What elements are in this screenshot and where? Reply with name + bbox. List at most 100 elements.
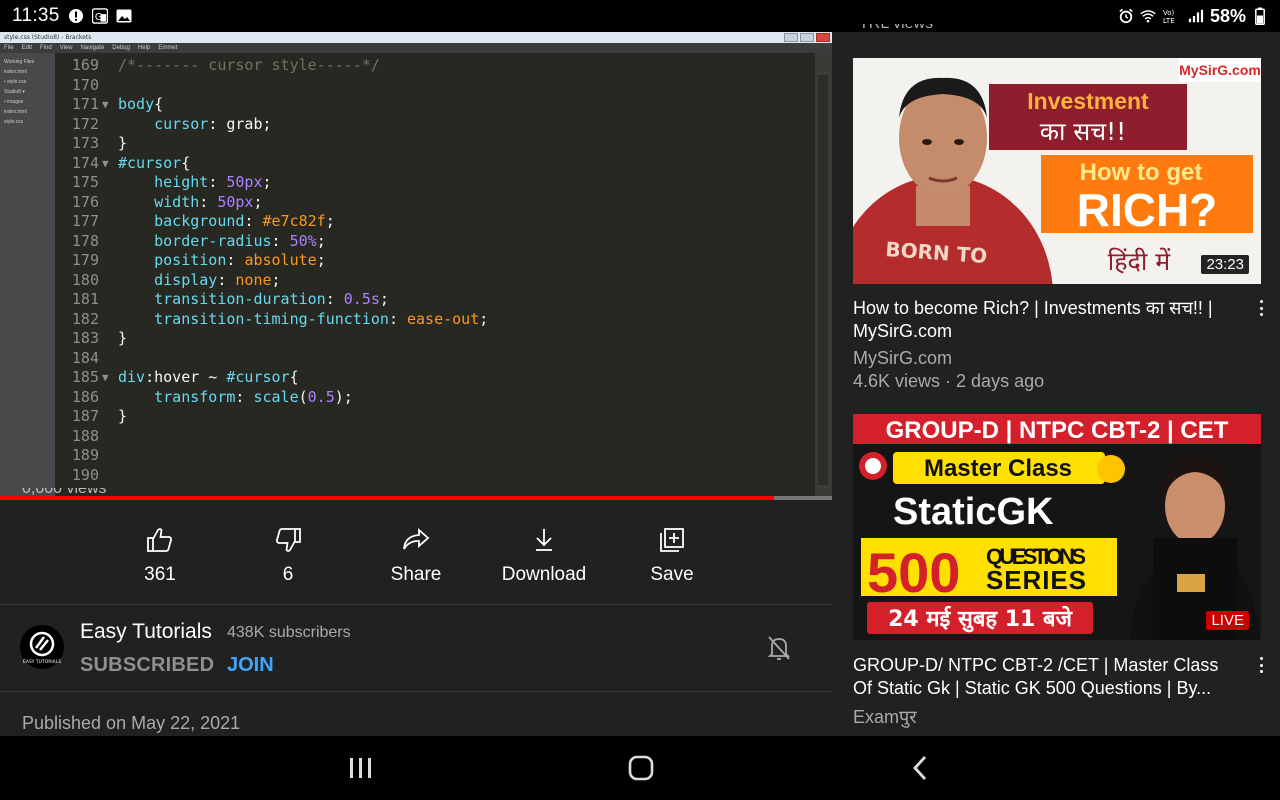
recommendation-thumbnail[interactable]: GROUP-D | NTPC CBT-2 | CET Master Class …	[853, 414, 1261, 640]
download-label: Download	[501, 564, 587, 585]
line-number: 190	[71, 465, 99, 484]
navigation-bar	[0, 736, 1280, 800]
recommendation-meta: 4.6K views · 2 days ago	[853, 371, 1045, 391]
code-line: 175 height: 50px;	[55, 173, 815, 193]
share-button[interactable]: Share	[352, 524, 480, 594]
more-options-icon[interactable]	[1255, 298, 1267, 318]
code-text: body{	[118, 95, 164, 113]
ide-sidebar-item: • images	[4, 99, 24, 105]
line-number: 178	[71, 231, 99, 250]
code-text: #cursor{	[118, 153, 191, 172]
channel-avatar[interactable]: EASY TUTORIALS	[20, 625, 64, 669]
ide-sidebar-item: index.html	[4, 109, 27, 115]
line-number: 187	[71, 407, 99, 425]
line-number: 184	[71, 348, 99, 367]
line-number: 170	[71, 75, 99, 94]
thumb-brand: MySirG.com	[1179, 62, 1261, 78]
code-text: border-radius: 50%;	[154, 231, 326, 250]
share-icon	[401, 524, 431, 556]
svg-text:TRL views: TRL views	[859, 24, 933, 32]
code-text: /*------- cursor style-----*/	[118, 56, 380, 74]
notification-off-icon[interactable]	[766, 634, 792, 662]
code-line: 183}	[55, 329, 815, 349]
screen: { "status_bar": { "time": "11:35", "batt…	[0, 0, 1280, 800]
code-text: }	[118, 329, 128, 347]
code-line: 173}	[55, 134, 815, 154]
ide-menu-item: Navigate	[80, 45, 105, 51]
more-options-icon[interactable]	[1255, 655, 1267, 675]
thumb-line2: का सच!!	[1040, 117, 1126, 146]
recommendation-channel: Examपुर	[853, 707, 917, 727]
translate-icon: G	[91, 8, 108, 24]
recommendation-title[interactable]: GROUP-D/ NTPC CBT-2 /CET | Master Class …	[853, 654, 1233, 700]
maximize-icon	[800, 33, 814, 42]
recommendation-thumbnail[interactable]: BORN TO Investment का सच!! How to get RI…	[853, 58, 1261, 284]
home-icon[interactable]	[626, 754, 656, 782]
ide-scrollbar	[815, 53, 832, 496]
code-text: }	[118, 134, 128, 152]
thumb-static: StaticGK	[893, 491, 1054, 533]
line-number: 172	[71, 114, 99, 133]
ide-sidebar: Working Files index.html • style.css Studio…	[0, 53, 55, 496]
code-line: 171 ▼ body{	[55, 95, 815, 115]
battery-icon	[1252, 7, 1268, 25]
thumb-banner: GROUP-D | NTPC CBT-2 | CET	[886, 417, 1229, 444]
back-icon[interactable]	[906, 754, 936, 782]
ide-sidebar-item: Working Files	[4, 59, 35, 65]
code-text: transition-timing-function: ease-out;	[154, 309, 489, 328]
signal-icon	[1188, 8, 1204, 24]
code-text: position: absolute;	[154, 251, 326, 269]
line-number: 182	[71, 309, 99, 328]
code-line: 174 ▼ #cursor{	[55, 154, 815, 174]
line-number: 183	[71, 329, 99, 347]
ide-menu-item: Find	[40, 45, 52, 51]
code-text: }	[118, 407, 128, 425]
thumb-num: 500	[867, 541, 960, 604]
join-button[interactable]: JOIN	[227, 654, 274, 677]
save-button[interactable]: Save	[608, 524, 736, 594]
line-number: 188	[71, 426, 99, 445]
divider	[0, 691, 832, 692]
code-line: 185 ▼ div:hover ~ #cursor{	[55, 368, 815, 388]
subscribed-button[interactable]: SUBSCRIBED	[80, 654, 214, 677]
code-line: 190	[55, 466, 815, 486]
gallery-icon	[116, 8, 132, 24]
video-actions: 361 6 Share Download Save	[96, 524, 736, 594]
code-line: 189	[55, 446, 815, 466]
thumb-line5: हिंदी में	[1108, 247, 1171, 276]
code-text: display: none;	[154, 270, 281, 289]
code-line: 184	[55, 349, 815, 369]
line-number: 181	[71, 290, 99, 308]
wifi-icon	[1140, 8, 1156, 24]
recommendation-title[interactable]: How to become Rich? | Investments का सच!…	[853, 297, 1233, 343]
dislike-button[interactable]: 6	[224, 524, 352, 594]
ide-menu-item: Edit	[21, 45, 33, 51]
thumb-master: Master Class	[924, 455, 1072, 482]
like-button[interactable]: 361	[96, 524, 224, 594]
code-text: div:hover ~ #cursor{	[118, 368, 299, 386]
line-number: 179	[71, 251, 99, 269]
section-header-cut: TRL views	[856, 24, 1156, 32]
line-number: 189	[71, 446, 99, 464]
code-line: 187}	[55, 407, 815, 427]
download-button[interactable]: Download	[480, 524, 608, 594]
code-text: transform: scale(0.5);	[154, 387, 353, 406]
ide-titlebar: style.css (Studio8) - Brackets	[0, 32, 832, 43]
channel-name[interactable]: Easy Tutorials	[80, 620, 212, 644]
dislike-icon	[274, 524, 302, 556]
fold-icon: ▼	[102, 98, 109, 111]
code-line: 180 display: none;	[55, 271, 815, 291]
recent-apps-icon[interactable]	[346, 754, 376, 782]
thumb-qs2: SERIES	[986, 565, 1086, 595]
recommendation-channel: MySirG.com	[853, 348, 952, 368]
thumb-date: 24 मई सुबह 11 बजे	[888, 605, 1074, 633]
download-icon	[533, 524, 555, 556]
ide-screen: style.css (Studio8) - Brackets File Edit F…	[0, 32, 832, 496]
video-duration: 23:23	[1201, 255, 1249, 274]
video-player[interactable]: style.css (Studio8) - Brackets File Edit F…	[0, 32, 832, 500]
code-text: background: #e7c82f;	[154, 212, 335, 230]
ide-menu-item: View	[59, 45, 73, 51]
svg-text:0,000 views: 0,000 views	[22, 488, 107, 497]
ide-menu-item: Emmet	[158, 45, 178, 51]
line-number: 173	[71, 134, 99, 152]
